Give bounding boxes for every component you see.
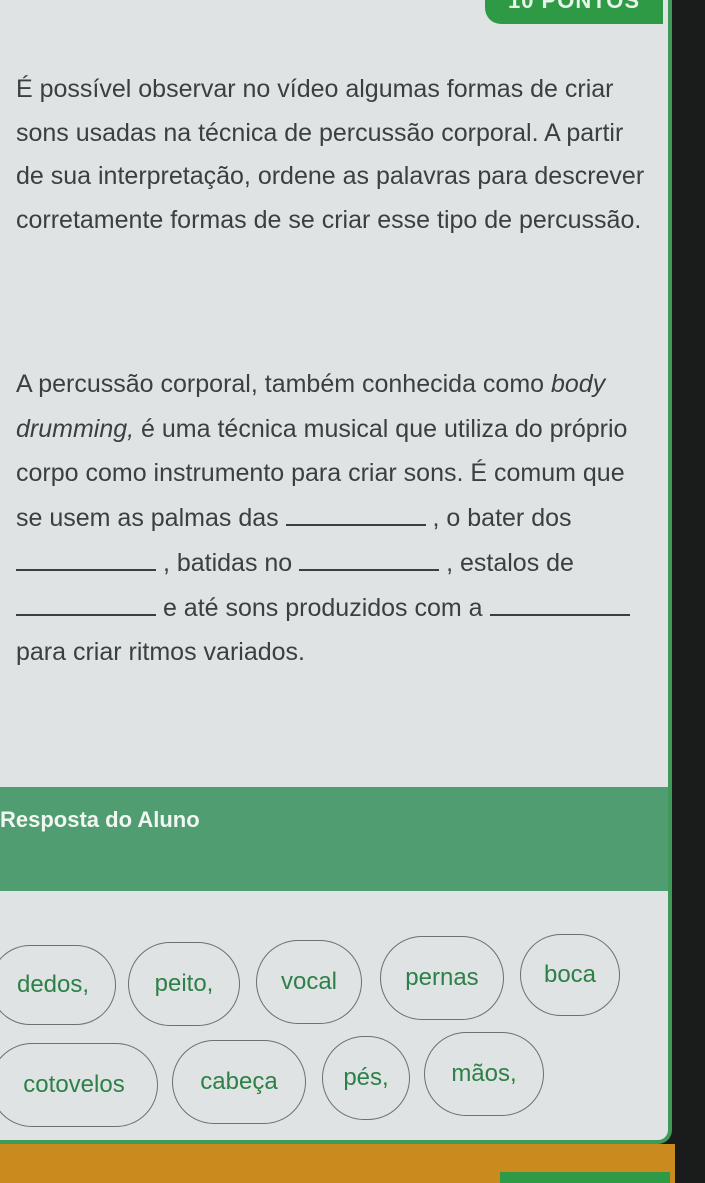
blank-2[interactable] — [16, 549, 156, 571]
passage-text: , o bater dos — [425, 504, 572, 533]
word-chip[interactable]: cabeça — [172, 1040, 306, 1124]
word-chip[interactable]: dedos, — [0, 945, 116, 1025]
question-prompt: É possível observar no vídeo algumas for… — [16, 75, 645, 234]
answer-header: Resposta do Aluno — [0, 787, 668, 891]
passage-text: , estalos de — [439, 548, 574, 577]
blank-3[interactable] — [299, 549, 440, 571]
passage-text: para criar ritmos variados. — [16, 638, 305, 667]
word-chip[interactable]: mãos, — [424, 1032, 544, 1116]
blank-4[interactable] — [16, 594, 156, 616]
next-button-edge[interactable] — [500, 1172, 670, 1183]
question-card: 10 PONTOS É possível observar no vídeo a… — [0, 0, 672, 1144]
points-badge: 10 PONTOS — [485, 0, 663, 24]
fill-in-passage: A percussão corporal, também conhecida c… — [16, 362, 656, 675]
word-chip[interactable]: peito, — [128, 942, 240, 1026]
blank-1[interactable] — [285, 504, 426, 527]
blank-5[interactable] — [489, 594, 630, 616]
answer-title: Resposta do Aluno — [0, 807, 200, 832]
passage-text: e até sons produzidos com a — [156, 593, 490, 622]
word-chip[interactable]: pernas — [380, 936, 504, 1020]
word-chip[interactable]: pés, — [322, 1036, 410, 1120]
word-chip[interactable]: boca — [520, 934, 620, 1016]
passage-text: , batidas no — [156, 548, 300, 577]
word-chip[interactable]: vocal — [256, 940, 362, 1024]
passage-text: A percussão corporal, também conhecida c… — [16, 370, 551, 398]
word-chip[interactable]: cotovelos — [0, 1043, 158, 1127]
